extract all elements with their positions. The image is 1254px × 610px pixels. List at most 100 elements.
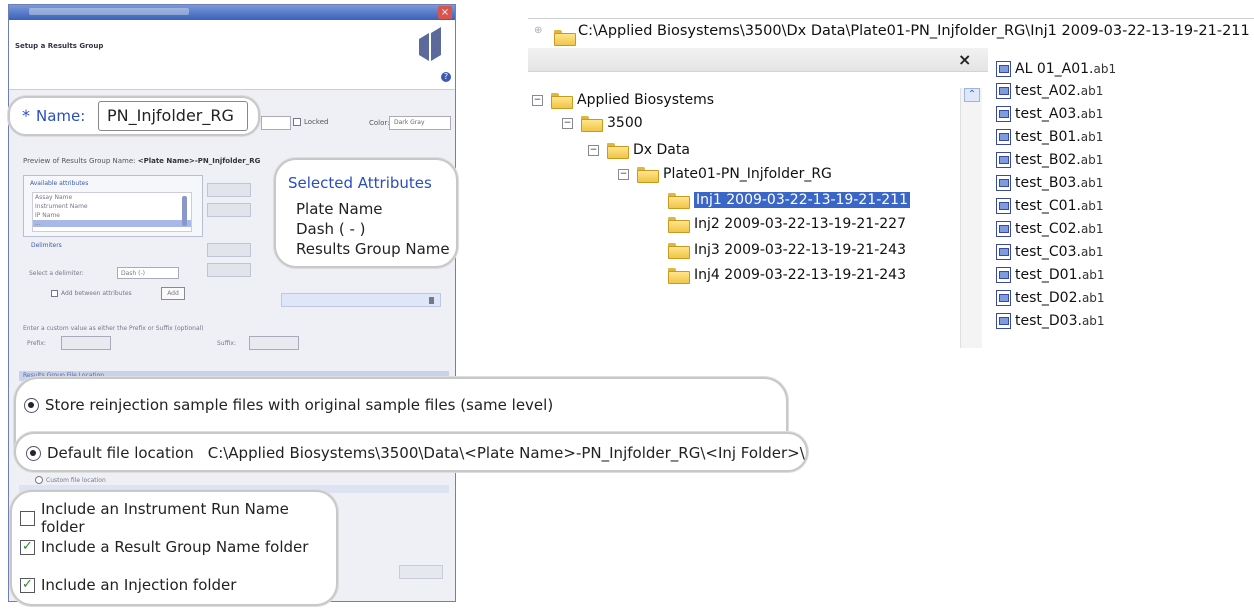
tree-item-inj2[interactable]: Inj2 2009-03-22-13-19-21-227 (668, 214, 906, 234)
file-item[interactable]: AL 01_A01.ab1 (996, 58, 1116, 80)
locked-checkbox[interactable] (293, 118, 301, 126)
file-name: test_D01. (1015, 267, 1082, 283)
address-path[interactable]: C:\Applied Biosystems\3500\Dx Data\Plate… (578, 23, 1250, 39)
injection-folder-checkbox[interactable]: ✓ (20, 577, 35, 593)
folder-icon (668, 193, 690, 209)
tree-item-inj1[interactable]: Inj1 2009-03-22-13-19-21-211 (668, 190, 910, 210)
folder-icon (668, 268, 690, 284)
file-name: test_C01. (1015, 198, 1081, 214)
prefix-input[interactable] (61, 336, 111, 350)
tree-item-label-selected: Inj1 2009-03-22-13-19-21-211 (694, 192, 910, 208)
file-item[interactable]: test_A02.ab1 (996, 80, 1103, 102)
attribute-item[interactable]: ... (33, 220, 191, 227)
selected-scroll-icon[interactable] (429, 297, 434, 304)
folders-scrollbar[interactable]: ⌃ (960, 88, 982, 348)
address-bar[interactable]: ⊕ C:\Applied Biosystems\3500\Dx Data\Pla… (528, 18, 1254, 48)
tree-item-3500[interactable]: − 3500 (562, 113, 643, 133)
tree-item-applied-biosystems[interactable]: − Applied Biosystems (532, 90, 714, 110)
file-item[interactable]: test_C02.ab1 (996, 218, 1104, 240)
attribute-item[interactable]: IP Name (33, 211, 191, 220)
file-item[interactable]: test_D01.ab1 (996, 264, 1105, 286)
folder-icon (637, 167, 659, 183)
locked-checkbox-row[interactable]: Locked (293, 118, 328, 126)
suffix-input[interactable] (249, 336, 299, 350)
collapse-icon[interactable]: − (562, 117, 573, 129)
add-delimiter-checkbox[interactable] (51, 290, 58, 297)
selected-attribute-item[interactable]: Plate Name (296, 200, 383, 218)
available-attributes-header: Available attributes (30, 180, 89, 187)
folders-pane-header: × (528, 48, 988, 72)
file-name: AL 01_A01. (1015, 61, 1094, 77)
file-name: test_B03. (1015, 175, 1081, 191)
move-right-button[interactable] (207, 183, 251, 197)
help-icon[interactable]: ? (441, 72, 451, 82)
name-input-value: PN_Injfolder_RG (107, 106, 234, 125)
attribute-scrollbar[interactable] (182, 196, 187, 226)
file-item[interactable]: test_B03.ab1 (996, 172, 1103, 194)
file-item[interactable]: test_A03.ab1 (996, 103, 1103, 125)
custom-location-row[interactable]: Custom file location (35, 476, 106, 484)
file-name: test_A02. (1015, 83, 1081, 99)
file-item[interactable]: test_C01.ab1 (996, 195, 1104, 217)
default-location-radio[interactable] (26, 445, 41, 461)
suffix-label: Suffix: (217, 340, 236, 347)
selected-attributes-list[interactable] (281, 293, 441, 307)
file-item[interactable]: test_D02.ab1 (996, 287, 1105, 309)
scroll-up-icon[interactable]: ⌃ (964, 88, 980, 102)
file-ext: ab1 (1081, 314, 1105, 328)
delimiter-select[interactable]: Dash (-) (117, 267, 179, 279)
collapse-icon[interactable]: − (588, 144, 599, 156)
injection-folder-row[interactable]: ✓ Include an Injection folder (20, 576, 236, 594)
tree-item-label: Inj4 2009-03-22-13-19-21-243 (694, 267, 906, 283)
dialog-title-blurred (29, 8, 189, 15)
collapse-icon[interactable]: − (618, 168, 629, 180)
store-reinjection-row[interactable]: Store reinjection sample files with orig… (24, 396, 553, 414)
custom-value-label: Enter a custom value as either the Prefi… (23, 325, 204, 332)
file-ext: ab1 (1080, 84, 1104, 98)
default-location-row[interactable]: Default file location C:\Applied Biosyst… (26, 444, 805, 462)
selected-attribute-item[interactable]: Results Group Name (296, 240, 450, 258)
collapse-icon[interactable]: − (532, 94, 543, 106)
instrument-run-checkbox[interactable] (20, 510, 35, 526)
ab1-file-icon (996, 83, 1011, 99)
result-group-row[interactable]: ✓ Include a Result Group Name folder (20, 538, 308, 556)
result-group-checkbox[interactable]: ✓ (20, 539, 35, 555)
close-icon[interactable]: × (438, 6, 452, 19)
tree-item-inj4[interactable]: Inj4 2009-03-22-13-19-21-243 (668, 265, 906, 285)
attribute-item[interactable]: Instrument Name (33, 202, 191, 211)
add-button[interactable]: Add (161, 287, 185, 300)
file-item[interactable]: test_B01.ab1 (996, 126, 1103, 148)
add-delimiter-row[interactable]: Add between attributes (51, 290, 132, 297)
default-location-label: Default file location (47, 444, 194, 462)
ok-button[interactable] (399, 565, 443, 579)
file-ext: ab1 (1080, 153, 1104, 167)
tree-item-inj3[interactable]: Inj3 2009-03-22-13-19-21-243 (668, 240, 906, 260)
file-ext: ab1 (1080, 176, 1104, 190)
file-name: test_C03. (1015, 244, 1081, 260)
locked-label: Locked (304, 118, 329, 126)
file-item[interactable]: test_D03.ab1 (996, 310, 1105, 330)
file-item[interactable]: test_C03.ab1 (996, 241, 1104, 263)
dialog-titlebar[interactable]: × (9, 5, 455, 20)
custom-location-radio[interactable] (35, 476, 43, 484)
move-left-button[interactable] (207, 203, 251, 217)
file-item[interactable]: test_B02.ab1 (996, 149, 1103, 171)
move-down-button[interactable] (207, 263, 251, 277)
custom-location-label: Custom file location (46, 476, 106, 484)
tree-item-dx-data[interactable]: − Dx Data (588, 140, 690, 160)
selected-attribute-item[interactable]: Dash ( - ) (296, 220, 366, 238)
instrument-run-row[interactable]: Include an Instrument Run Name folder (20, 500, 336, 536)
address-expander-icon[interactable]: ⊕ (534, 25, 542, 36)
folder-icon (607, 143, 629, 159)
color-select[interactable]: Dark Gray (389, 116, 451, 130)
name-extra-field[interactable] (261, 116, 291, 130)
close-pane-icon[interactable]: × (958, 50, 971, 69)
name-callout: * Name: PN_Injfolder_RG (8, 96, 260, 136)
available-attributes-list[interactable]: Assay Name Instrument Name IP Name ... (32, 192, 192, 232)
attribute-item[interactable]: Assay Name (33, 193, 191, 202)
store-reinjection-radio[interactable] (24, 397, 39, 413)
required-star: * (22, 106, 30, 125)
move-up-button[interactable] (207, 243, 251, 257)
tree-item-plate01[interactable]: − Plate01-PN_Injfolder_RG (618, 164, 832, 184)
name-input[interactable]: PN_Injfolder_RG (98, 101, 248, 131)
